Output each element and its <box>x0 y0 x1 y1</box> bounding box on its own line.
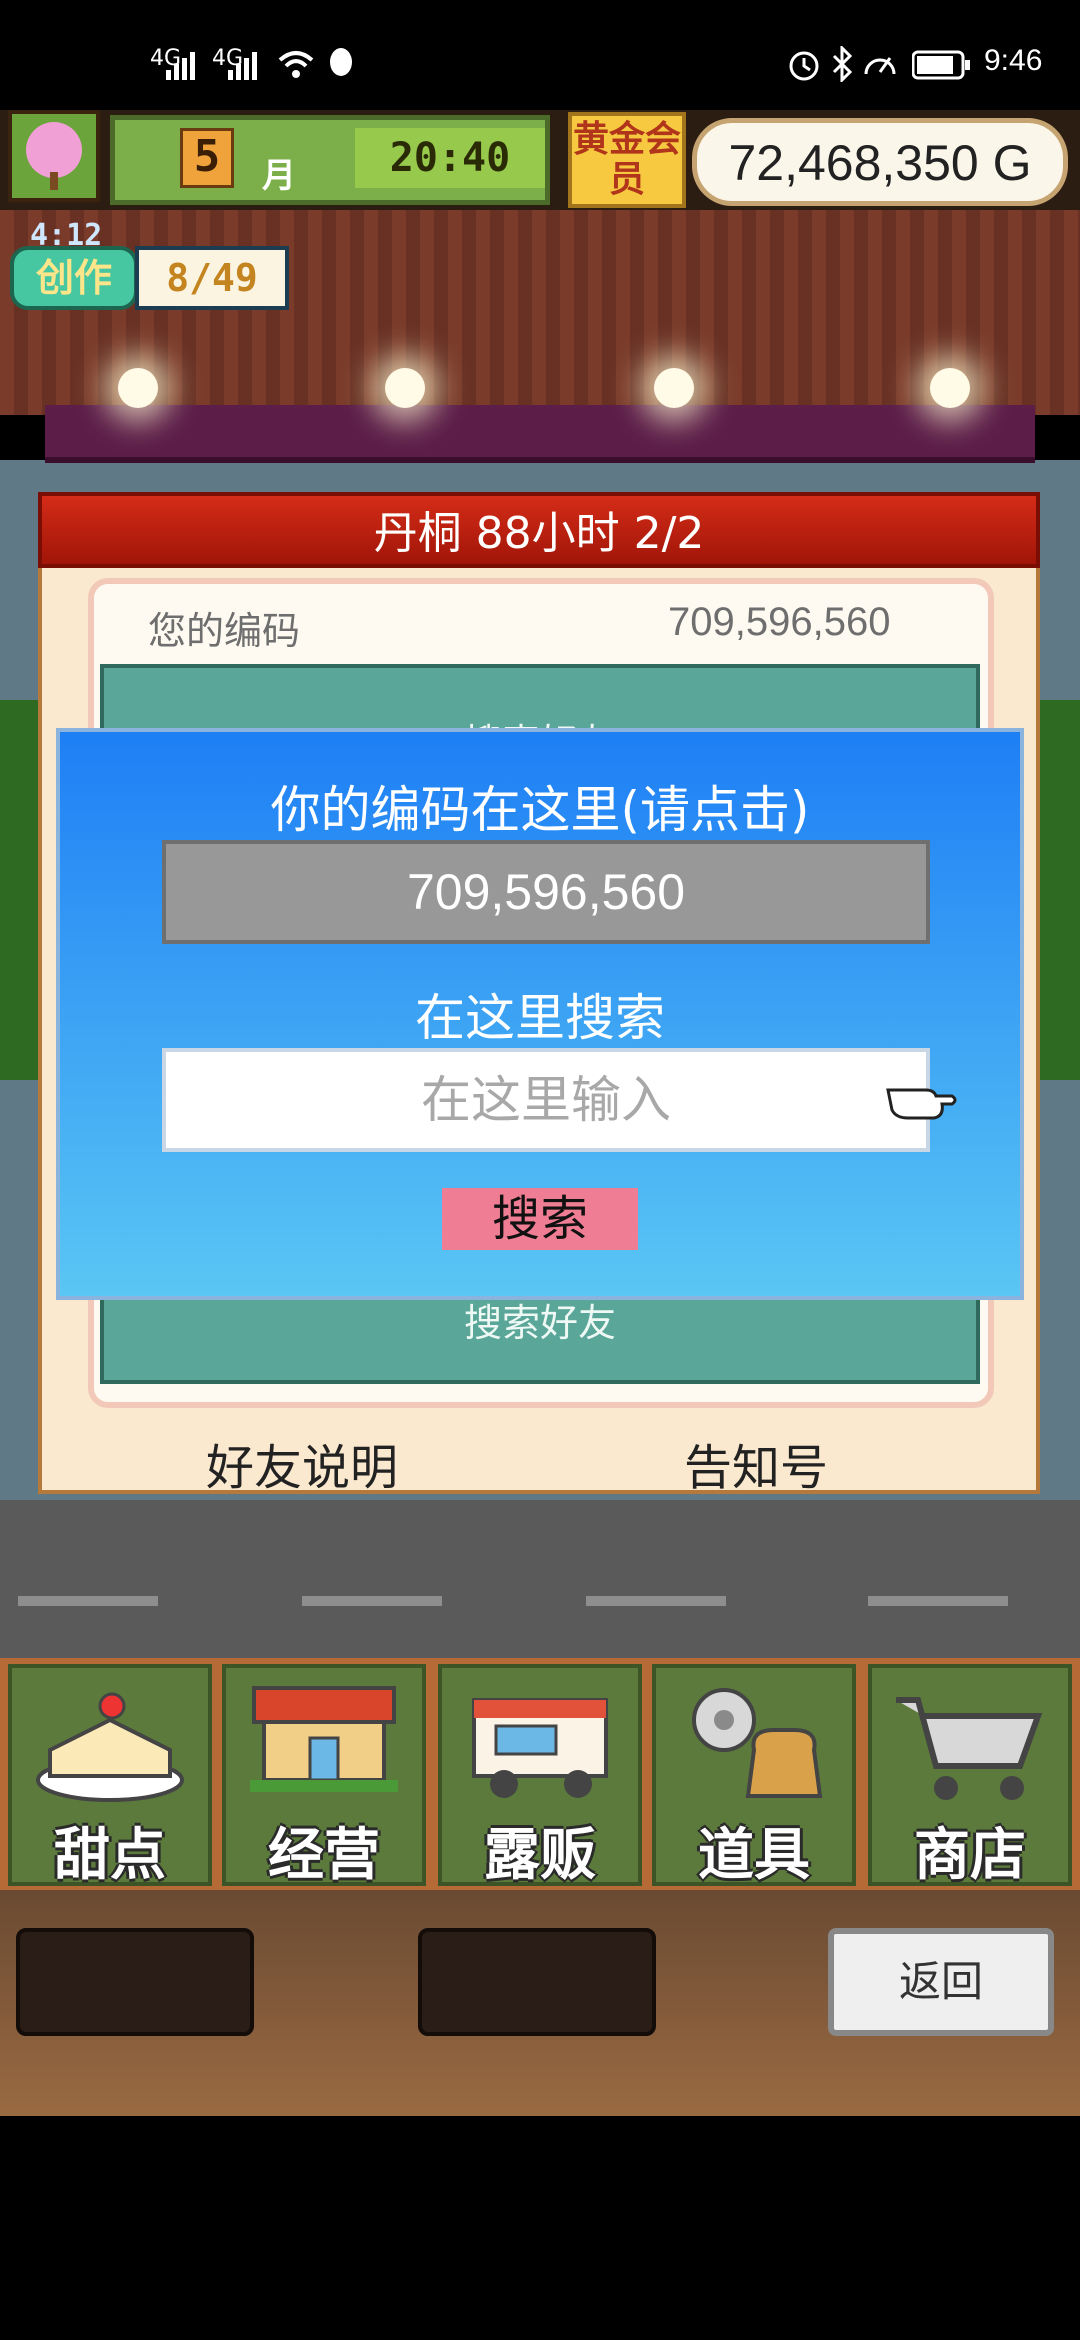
battery-icon <box>912 50 970 80</box>
alarm-icon <box>789 51 819 81</box>
empty-slot <box>418 1928 656 2036</box>
code-label: 您的编码 <box>148 609 301 653</box>
qq-penguin-icon <box>330 48 352 76</box>
lamp-icon <box>118 368 158 408</box>
money-display: 72,468,350 G <box>692 118 1068 206</box>
game-clock: 20:40 <box>355 128 545 188</box>
cherry-tree-icon <box>26 122 82 190</box>
menu-label-food-truck: 露贩 <box>484 1823 596 1888</box>
shop-icon <box>250 1686 398 1792</box>
status-time: 9:46 <box>984 44 1043 77</box>
cake-icon <box>36 1692 184 1802</box>
menu-label-dessert: 甜点 <box>54 1823 166 1888</box>
lamp-icon <box>654 368 694 408</box>
wifi-icon <box>278 51 314 78</box>
month-number: 5 <box>180 128 234 188</box>
friend-explain-link[interactable]: 好友说明 <box>206 1428 398 1498</box>
gold-member-badge[interactable]: 黄金会员 <box>568 112 686 208</box>
back-button[interactable]: 返回 <box>828 1928 1054 2036</box>
lamp-icon <box>930 368 970 408</box>
create-count: 8/49 <box>135 246 289 310</box>
shop-awning <box>45 405 1035 463</box>
road <box>0 1500 1080 1660</box>
lamp-icon <box>385 368 425 408</box>
month-label: 月 <box>262 156 296 196</box>
empty-slot <box>16 1928 254 2036</box>
signal-bars-icon <box>228 52 257 80</box>
tree-right <box>1040 700 1080 1080</box>
code-value: 709,596,560 <box>668 600 891 644</box>
pointing-hand-icon <box>886 1088 957 1120</box>
lane-mark <box>18 1596 158 1606</box>
create-button[interactable]: 创作 <box>10 246 138 310</box>
menu-label-store: 商店 <box>914 1823 1026 1888</box>
gear-bag-icon <box>692 1688 823 1798</box>
lane-mark <box>302 1596 442 1606</box>
bluetooth-icon <box>832 46 853 82</box>
speed-icon <box>864 57 896 75</box>
search-title: 在这里搜索 <box>415 989 665 1047</box>
tree-left <box>0 700 40 1080</box>
code-box[interactable]: 709,596,560 <box>162 840 930 944</box>
food-truck-icon <box>472 1698 608 1798</box>
search-friend-label[interactable]: 搜索好友 <box>100 1292 980 1347</box>
lane-mark <box>586 1596 726 1606</box>
menu-label-manage: 经营 <box>268 1823 380 1888</box>
notice-number-link[interactable]: 告知号 <box>684 1428 828 1498</box>
panel-header: 丹桐 88小时 2/2 <box>38 492 1040 568</box>
dialog-title: 你的编码在这里(请点击) <box>270 781 810 839</box>
lane-mark <box>868 1596 1008 1606</box>
shop-roof <box>0 210 1080 415</box>
screen-bottom <box>0 2116 1080 2340</box>
search-input[interactable]: 在这里输入 <box>162 1048 930 1152</box>
search-button[interactable]: 搜索 <box>442 1188 638 1250</box>
signal-bars-icon <box>166 52 195 80</box>
status-bar: 4G 4G 9:46 <box>0 0 1080 110</box>
menu-label-items: 道具 <box>698 1823 810 1888</box>
avatar[interactable] <box>8 110 100 202</box>
cart-icon <box>896 1697 1043 1800</box>
